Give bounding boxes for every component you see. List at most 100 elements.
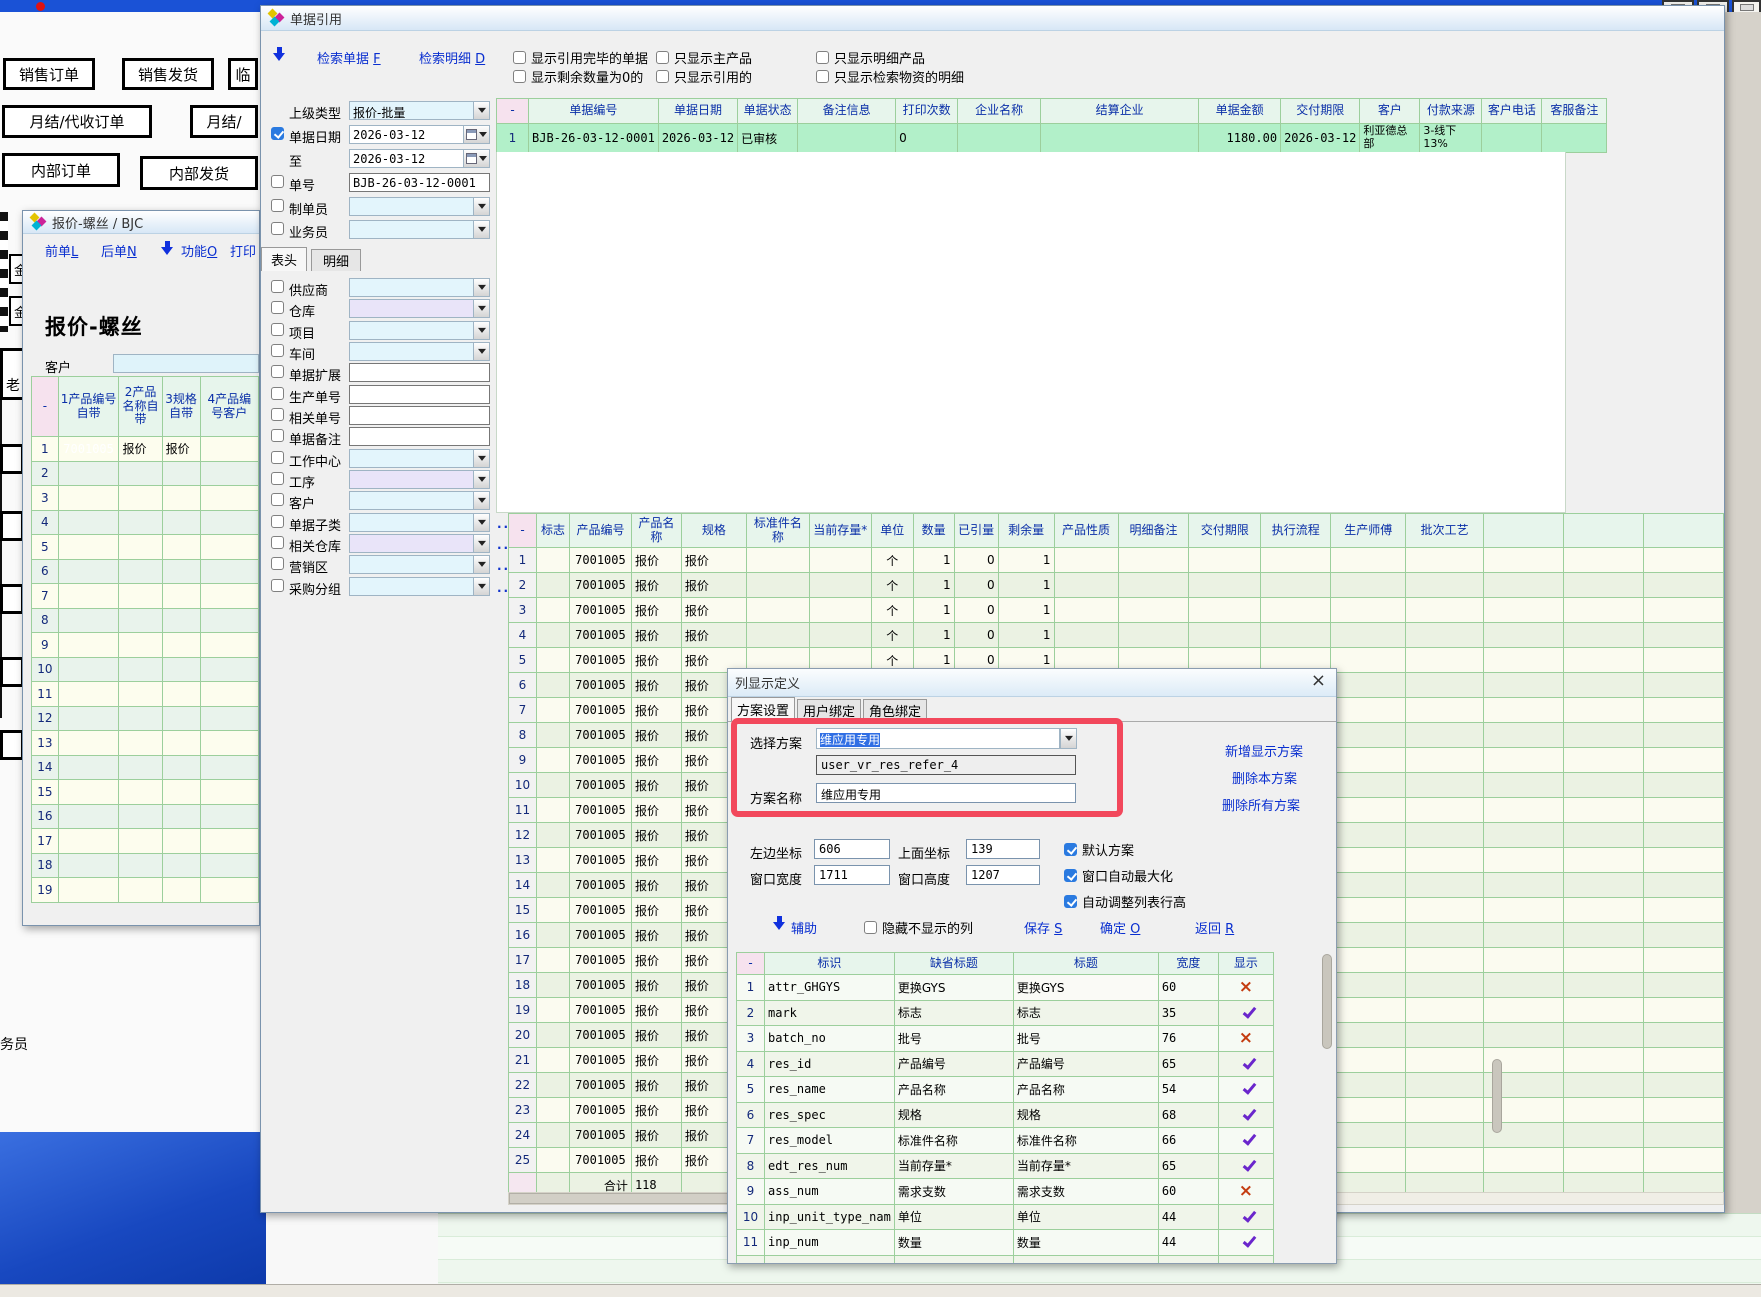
bg-button-6[interactable]: 内部发货	[140, 156, 258, 190]
quote-table-col-header[interactable]: 3规格自带	[162, 377, 200, 437]
quote-row[interactable]: 7	[32, 584, 259, 609]
window-width-input[interactable]: 1711	[814, 865, 890, 885]
top-coord-input[interactable]: 139	[966, 839, 1040, 859]
column-row[interactable]: 10inp_unit_type_nam单位单位44	[737, 1204, 1274, 1230]
tab-scheme-settings[interactable]: 方案设置	[731, 697, 795, 721]
combo-arrow[interactable]	[473, 322, 489, 339]
filter-checkbox[interactable]	[271, 175, 284, 188]
dialog-vscroll-thumb[interactable]	[1322, 954, 1332, 1049]
tab-role-binding[interactable]: 角色绑定	[863, 699, 927, 721]
toolbar-arrow-icon[interactable]	[273, 46, 286, 62]
combo-arrow[interactable]	[473, 578, 489, 595]
checkbox-icon[interactable]	[816, 70, 829, 83]
combo-arrow[interactable]	[473, 198, 489, 215]
filter-combobox[interactable]	[349, 513, 490, 532]
function-arrow-icon[interactable]	[161, 240, 174, 256]
detail-table-col-header[interactable]: 批次工艺	[1406, 514, 1484, 548]
quote-row[interactable]: 3	[32, 486, 259, 511]
quote-row[interactable]: 8	[32, 608, 259, 633]
combo-arrow[interactable]	[473, 471, 489, 488]
detail-vscroll-thumb[interactable]	[1492, 1059, 1502, 1133]
dialog-checkbox-0[interactable]: 默认方案	[1064, 840, 1134, 859]
checkbox-icon[interactable]	[513, 70, 526, 83]
detail-table-col-header[interactable]	[1484, 514, 1564, 548]
filter-combobox[interactable]	[349, 299, 490, 318]
column-table-col-header[interactable]: 宽度	[1158, 953, 1218, 975]
combo-arrow[interactable]	[473, 450, 489, 467]
option-checkbox-4[interactable]: 只显示明细产品	[816, 48, 925, 67]
doc-table-col-header[interactable]: 单据日期	[658, 99, 737, 124]
option-checkbox-1[interactable]: 显示剩余数量为0的	[513, 67, 643, 86]
quote-row[interactable]: 9	[32, 633, 259, 658]
column-row[interactable]: 5res_name产品名称产品名称54	[737, 1077, 1274, 1103]
quote-row[interactable]: 12	[32, 706, 259, 731]
filter-checkbox[interactable]	[271, 344, 284, 357]
doc-table-col-header[interactable]: 备注信息	[798, 99, 896, 124]
column-table-col-header[interactable]: 标题	[1013, 953, 1158, 975]
bg-button-0[interactable]: 销售订单	[3, 58, 95, 90]
filter-checkbox[interactable]	[271, 536, 284, 549]
bg-button-1[interactable]: 销售发货	[122, 58, 214, 90]
combo-arrow[interactable]	[473, 102, 489, 119]
detail-table-col-header[interactable]: 剩余量	[998, 514, 1054, 548]
quote-table-col-header[interactable]: 2产品名称自带	[119, 377, 162, 437]
filter-text-input[interactable]	[349, 427, 490, 446]
detail-table-col-header[interactable]: 数量	[913, 514, 954, 548]
filter-checkbox[interactable]	[271, 408, 284, 421]
filter-combobox[interactable]	[349, 220, 490, 239]
column-row[interactable]: 1attr_GHGYS更换GYS更换GYS60×	[737, 975, 1274, 1001]
doc-table-col-header[interactable]: 客服备注	[1542, 99, 1607, 124]
filter-combobox[interactable]	[349, 342, 490, 361]
detail-table-col-header[interactable]: 明细备注	[1118, 514, 1189, 548]
doc-table-col-header[interactable]: 企业名称	[958, 99, 1041, 124]
option-checkbox-5[interactable]: 只显示检索物资的明细	[816, 67, 964, 86]
calendar-icon[interactable]	[463, 150, 489, 167]
detail-table-col-header[interactable]: 规格	[681, 514, 746, 548]
column-row[interactable]: 6res_spec规格规格68	[737, 1102, 1274, 1128]
column-table-col-header[interactable]: 缺省标题	[894, 953, 1013, 975]
detail-table-col-header[interactable]: 产品性质	[1054, 514, 1118, 548]
add-scheme-link[interactable]: 新增显示方案	[1225, 741, 1303, 760]
column-row[interactable]: 2mark标志标志35	[737, 1000, 1274, 1026]
quote-row[interactable]: 18	[32, 853, 259, 878]
doc-table-col-header[interactable]: 付款来源	[1420, 99, 1482, 124]
filter-checkbox[interactable]	[271, 280, 284, 293]
filter-checkbox[interactable]	[271, 323, 284, 336]
filter-checkbox[interactable]	[271, 451, 284, 464]
column-row[interactable]: 11inp_num数量数量44	[737, 1230, 1274, 1256]
tab-detail[interactable]: 明细	[311, 249, 361, 271]
filter-checkbox[interactable]	[271, 557, 284, 570]
doc-table-col-header[interactable]: 客户	[1360, 99, 1420, 124]
quote-table-col-header[interactable]: 4产品编号客户	[200, 377, 258, 437]
bg-button-2[interactable]: 临	[228, 58, 258, 90]
detail-table-col-header[interactable]: 执行流程	[1261, 514, 1331, 548]
filter-checkbox[interactable]	[271, 515, 284, 528]
doc-table-col-header[interactable]: 打印次数	[896, 99, 958, 124]
column-row[interactable]: 3batch_no批号批号76×	[737, 1026, 1274, 1052]
filter-combobox[interactable]	[349, 197, 490, 216]
checkbox-icon[interactable]	[1064, 869, 1077, 882]
quote-row[interactable]: 15	[32, 780, 259, 805]
filter-combobox[interactable]	[349, 555, 490, 574]
hscroll-thumb[interactable]	[509, 1193, 729, 1204]
combo-arrow[interactable]	[473, 221, 489, 238]
detail-row[interactable]: 47001005报价报价个101	[509, 623, 1724, 648]
search-details-link[interactable]: 检索明细 D	[419, 48, 485, 67]
detail-table-col-header[interactable]: -	[509, 514, 537, 548]
scheme-combo-arrow[interactable]	[1060, 728, 1077, 749]
checkbox-icon[interactable]	[513, 51, 526, 64]
combo-arrow[interactable]	[473, 556, 489, 573]
column-row[interactable]: 4res_id产品编号产品编号65	[737, 1051, 1274, 1077]
quote-table-col-header[interactable]: 1产品编号自带	[58, 377, 119, 437]
column-row[interactable]: 7res_model标准件名称标准件名称66	[737, 1128, 1274, 1154]
quote-row[interactable]: 2	[32, 461, 259, 486]
detail-table-col-header[interactable]	[1643, 514, 1723, 548]
column-table-col-header[interactable]: 标识	[765, 953, 895, 975]
back-button[interactable]: 返回 R	[1195, 918, 1234, 937]
combo-arrow[interactable]	[473, 343, 489, 360]
combo-arrow[interactable]	[473, 279, 489, 296]
option-checkbox-2[interactable]: 只显示主产品	[656, 48, 752, 67]
checkbox-icon[interactable]	[816, 51, 829, 64]
combo-arrow[interactable]	[473, 300, 489, 317]
hide-columns-checkbox[interactable]: 隐藏不显示的列	[864, 918, 973, 937]
